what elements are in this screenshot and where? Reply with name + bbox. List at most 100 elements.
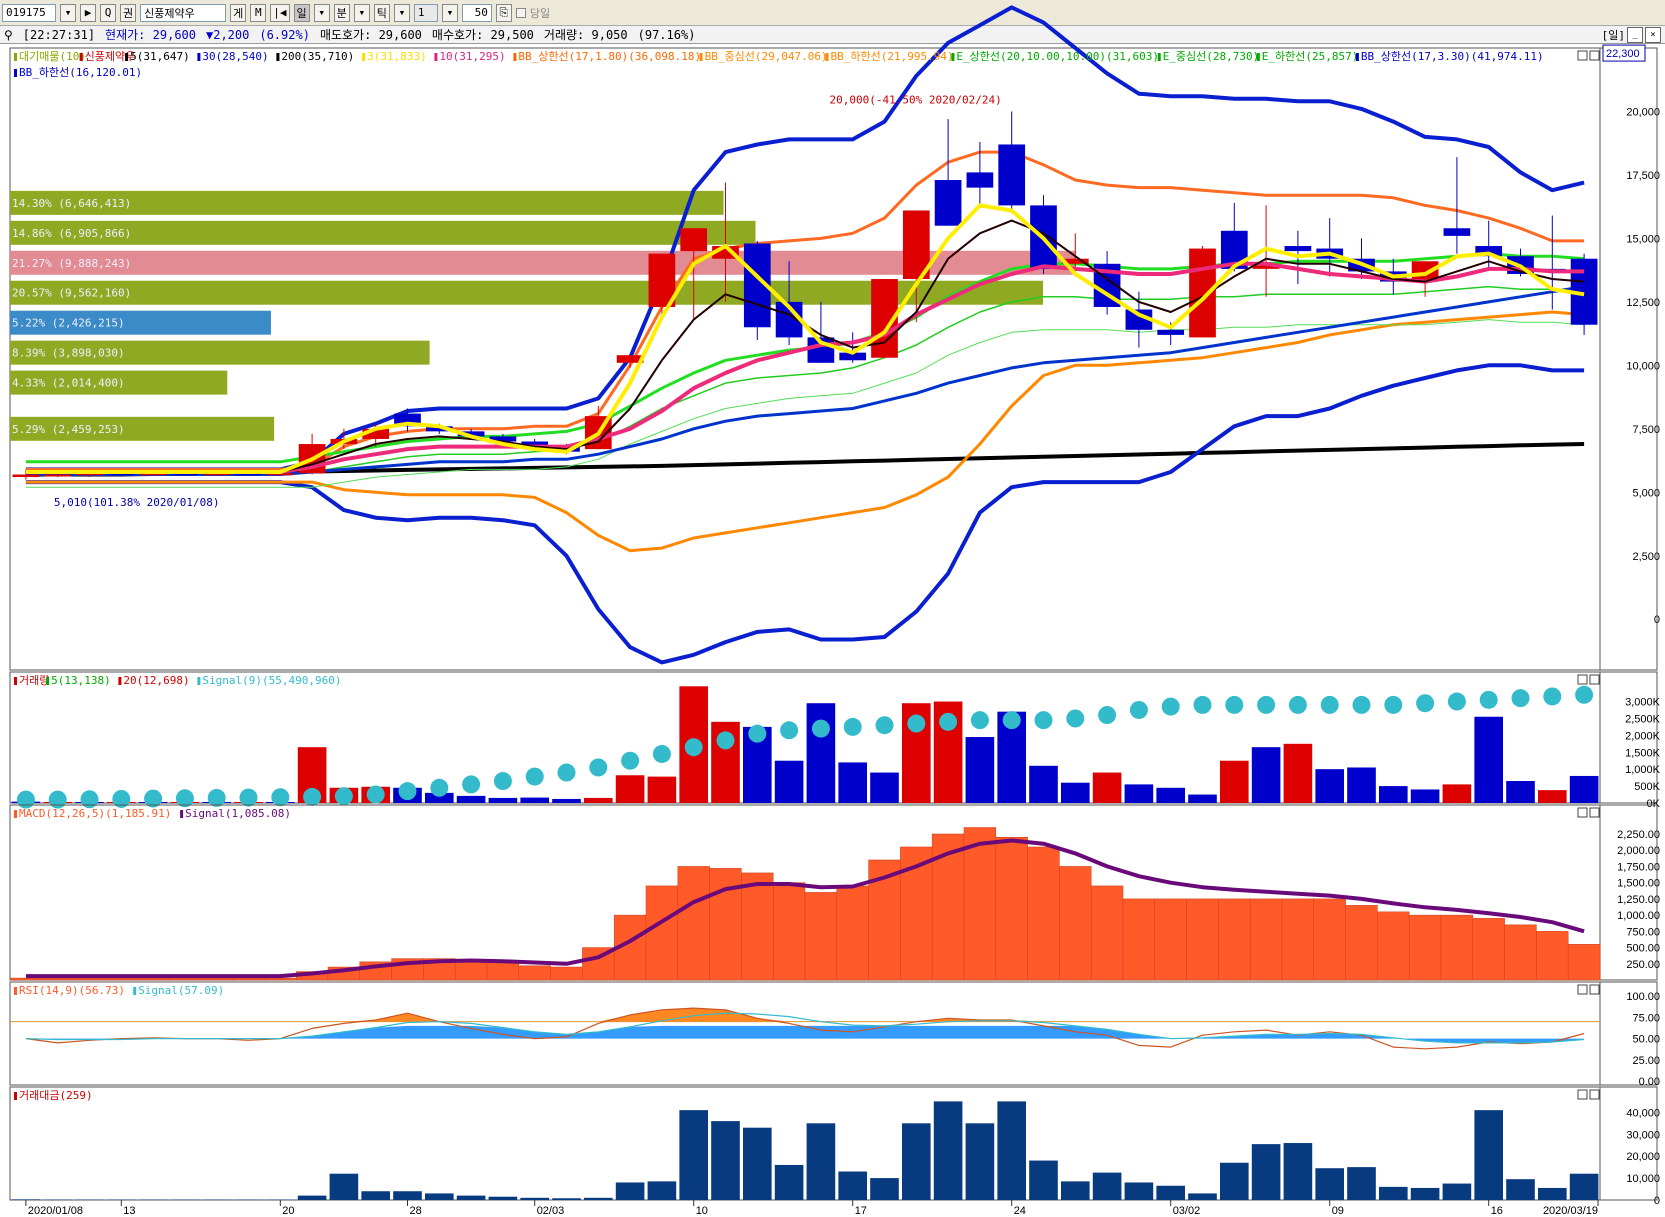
amount-bar (806, 1123, 836, 1200)
volume-bar (1537, 790, 1567, 803)
volume-signal-dot (1098, 706, 1117, 725)
rsi-pane-close-icon[interactable] (1589, 984, 1600, 995)
volume-profile-label: 21.27% (9,888,243) (12, 257, 131, 270)
macd-bar (518, 965, 551, 981)
rsi-pane-restore-icon[interactable] (1577, 984, 1588, 995)
volume-signal-dot (1002, 711, 1021, 730)
volume-signal-dot (811, 719, 830, 738)
amount-bar (424, 1193, 454, 1200)
volume-signal-dot (1288, 695, 1307, 714)
amount-tick-label: 10,000 (1626, 1173, 1660, 1185)
amount-bar (1410, 1187, 1440, 1200)
macd-legend-text: MACD(12,26,5)(1,185.91) (19, 807, 171, 820)
macd-bar (1122, 898, 1156, 981)
price-legend-swatch (1157, 53, 1161, 61)
high-annotation: 20,000(-41.50% 2020/02/24) (830, 93, 1002, 106)
macd-bar (1218, 898, 1251, 981)
macd-bar (1281, 898, 1315, 981)
volume-bar (1156, 787, 1186, 803)
volume-bar (1474, 716, 1504, 803)
stock-chart[interactable]: 20,000 17,500 15,000 12,500 10,000 7,500 5,000… (0, 0, 1665, 1217)
macd-pane-close-icon[interactable] (1589, 807, 1600, 818)
price-legend-text: E_상한선(20,10.00,10.00)(31,603) (956, 50, 1159, 63)
candle-body (934, 180, 962, 226)
amount-pane-restore-icon[interactable] (1577, 1089, 1588, 1100)
price-legend-text: 200(35,710) (281, 50, 354, 63)
macd-bar (1408, 914, 1442, 981)
volume-tick-label: 2,000K (1625, 730, 1661, 742)
amount-bar (870, 1178, 899, 1200)
macd-bar (168, 977, 202, 981)
amount-tick-label: 30,000 (1626, 1129, 1660, 1141)
price-tick-label: 5,000 (1632, 487, 1660, 499)
price-pane-restore-icon[interactable] (1577, 50, 1588, 61)
amount-bar (1347, 1167, 1376, 1200)
amount-bar (901, 1123, 931, 1200)
macd-bar (1027, 846, 1060, 981)
amount-bar (838, 1171, 868, 1200)
bb-lower-outer-line (25, 363, 1585, 665)
amount-bar (1315, 1168, 1345, 1200)
candle-body (998, 144, 1026, 206)
macd-bar (645, 885, 679, 981)
macd-bar (1059, 866, 1092, 981)
amount-bar (742, 1127, 772, 1200)
price-pane-close-icon[interactable] (1589, 50, 1600, 61)
volume-bar (1092, 772, 1122, 803)
volume-signal-dot (525, 767, 544, 786)
amount-bar (1029, 1160, 1058, 1200)
amount-bar (679, 1110, 709, 1200)
macd-bar (41, 977, 74, 981)
price-legend-text: 3(31,833) (367, 50, 427, 63)
candle-body (12, 474, 40, 478)
x-tick-label: 09 (1332, 1205, 1344, 1217)
volume-profile-label: 5.29% (2,459,253) (12, 423, 125, 436)
macd-pane-restore-icon[interactable] (1577, 807, 1588, 818)
macd-bar (1440, 914, 1474, 981)
volume-signal-dot (1479, 690, 1498, 709)
volume-pane-restore-icon[interactable] (1577, 674, 1588, 685)
volume-signal-dot (1193, 695, 1212, 714)
amount-bar (1569, 1173, 1599, 1200)
volume-signal-dot (589, 758, 608, 777)
macd-tick-label: 2,000.00 (1617, 845, 1660, 857)
volume-bar (1347, 767, 1376, 803)
x-tick-label: 28 (410, 1205, 422, 1217)
volume-signal-dot (939, 712, 958, 731)
x-tick-label: 13 (123, 1205, 135, 1217)
volume-signal-dot (80, 790, 99, 809)
volume-bar (1219, 760, 1249, 803)
candle-body (1443, 228, 1471, 236)
volume-signal-dot (1320, 695, 1339, 714)
volume-bar (583, 797, 613, 803)
price-legend-swatch (699, 53, 703, 61)
volume-profile-label: 14.30% (6,646,413) (12, 197, 131, 210)
price-legend-text: 10(31,295) (439, 50, 505, 63)
volume-bar (1251, 747, 1281, 803)
macd-bar (73, 977, 106, 981)
volume-legend-text: 20(12,698) (123, 674, 189, 687)
volume-tick-label: 2,500K (1625, 713, 1661, 725)
price-legend-swatch (1256, 53, 1260, 61)
volume-signal-dot (334, 787, 353, 806)
macd-legend-swatch (180, 810, 184, 818)
macd-bar (1249, 898, 1283, 981)
last-price-label: 22,300 (1606, 48, 1640, 60)
amount-pane-close-icon[interactable] (1589, 1089, 1600, 1100)
macd-bar (1377, 911, 1410, 981)
macd-bar (1090, 885, 1124, 981)
volume-pane-close-icon[interactable] (1589, 674, 1600, 685)
amount-bar (1442, 1183, 1472, 1200)
price-tick-label: 15,000 (1626, 233, 1660, 245)
amount-tick-label: 40,000 (1626, 1107, 1660, 1119)
price-tick-label: 7,500 (1632, 424, 1660, 436)
macd-bar (995, 836, 1028, 981)
macd-bar (772, 882, 806, 981)
volume-signal-dot (1257, 695, 1276, 714)
x-tick-label: 03/02 (1173, 1205, 1201, 1217)
volume-bar (520, 797, 550, 803)
volume-signal-dot (780, 721, 799, 740)
macd-tick-label: 250.00 (1626, 959, 1660, 971)
macd-tick-label: 1,500.00 (1617, 878, 1660, 890)
macd-tick-label: 1,250.00 (1617, 894, 1660, 906)
